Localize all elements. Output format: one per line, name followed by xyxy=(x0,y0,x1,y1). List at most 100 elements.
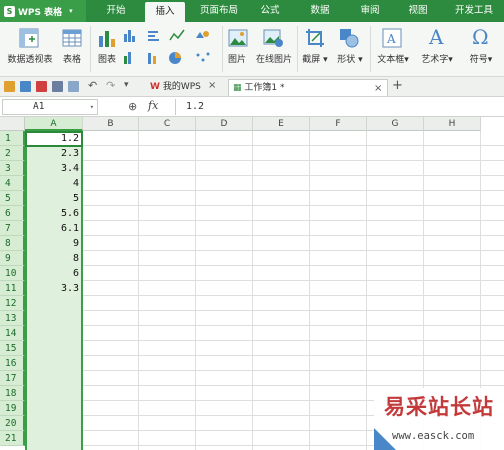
column-header-c[interactable]: C xyxy=(139,117,196,131)
wordart-button[interactable]: 艺术字▾ xyxy=(416,52,458,65)
chart-types-icon[interactable] xyxy=(122,28,222,68)
watermark-corner-mark xyxy=(374,428,396,450)
cell-a6[interactable]: 5.6 xyxy=(27,206,81,221)
row-header[interactable]: 21 xyxy=(0,431,25,446)
row-header[interactable]: 20 xyxy=(0,416,25,431)
app-menu-button[interactable]: S WPS 表格 ▾ xyxy=(0,0,86,22)
wps-logo-icon: S xyxy=(4,5,15,17)
cell-a5[interactable]: 5 xyxy=(27,191,81,206)
screenshot-label: 截屏 xyxy=(302,55,321,65)
row-header[interactable]: 8 xyxy=(0,236,25,251)
row-header[interactable]: 1 xyxy=(0,131,25,146)
symbol-button[interactable]: 符号▾ xyxy=(463,52,499,65)
quick-access-toolbar: ↶ ↷ ▾ W 我的WPS ▦ 工作簿1 * × × + xyxy=(0,77,504,97)
open-folder-icon[interactable] xyxy=(4,81,15,92)
tab-workbook[interactable]: ▦ 工作簿1 * × xyxy=(228,79,388,96)
tab-view[interactable]: 视图 xyxy=(400,0,436,22)
row-header[interactable]: 14 xyxy=(0,326,25,341)
online-picture-button[interactable]: 在线图片 xyxy=(253,52,295,65)
cell-a11[interactable]: 3.3 xyxy=(27,281,81,296)
row-header[interactable]: 4 xyxy=(0,176,25,191)
row-header[interactable]: 16 xyxy=(0,356,25,371)
textbox-icon[interactable]: A xyxy=(381,27,403,49)
row-header[interactable]: 3 xyxy=(0,161,25,176)
chevron-down-icon[interactable]: ▾ xyxy=(90,100,94,114)
save-icon[interactable] xyxy=(20,81,31,92)
row-header[interactable]: 9 xyxy=(0,251,25,266)
tab-page-layout[interactable]: 页面布局 xyxy=(192,0,246,22)
table-icon[interactable] xyxy=(61,27,83,49)
chart-icon[interactable] xyxy=(96,27,118,49)
pivot-table-button[interactable]: 数据透视表 xyxy=(4,52,56,65)
textbox-label: 文本框 xyxy=(377,55,405,65)
print-icon[interactable] xyxy=(52,81,63,92)
column-header-g[interactable]: G xyxy=(367,117,424,131)
cell-a8[interactable]: 9 xyxy=(27,236,81,251)
close-mywps-tab-icon[interactable]: × xyxy=(208,80,216,91)
print-preview-icon[interactable] xyxy=(68,81,79,92)
row-header[interactable]: 12 xyxy=(0,296,25,311)
column-header-d[interactable]: D xyxy=(196,117,253,131)
row-header[interactable]: 13 xyxy=(0,311,25,326)
cell-a10[interactable]: 6 xyxy=(27,266,81,281)
online-picture-icon[interactable] xyxy=(262,27,284,49)
row-header[interactable]: 19 xyxy=(0,401,25,416)
chart-button[interactable]: 图表 xyxy=(94,52,120,65)
svg-text:A: A xyxy=(386,32,396,46)
symbol-icon[interactable]: Ω xyxy=(470,25,492,49)
name-box-value: A1 xyxy=(33,101,45,112)
column-header-f[interactable]: F xyxy=(310,117,367,131)
chevron-down-icon: ▾ xyxy=(69,7,73,15)
picture-button[interactable]: 图片 xyxy=(224,52,250,65)
shapes-button[interactable]: 形状 ▾ xyxy=(333,52,367,65)
cell-a7[interactable]: 6.1 xyxy=(27,221,81,236)
table-button[interactable]: 表格 xyxy=(58,52,86,65)
shapes-icon[interactable] xyxy=(338,27,360,49)
customize-toolbar-icon[interactable]: ▾ xyxy=(124,80,129,90)
redo-icon[interactable]: ↷ xyxy=(106,79,115,92)
row-header[interactable]: 2 xyxy=(0,146,25,161)
select-all-corner[interactable] xyxy=(0,117,25,131)
screenshot-button[interactable]: 截屏 ▾ xyxy=(299,52,331,65)
zoom-icon[interactable]: ⊕ xyxy=(128,100,137,113)
screenshot-icon[interactable] xyxy=(304,27,326,49)
row-header[interactable]: 7 xyxy=(0,221,25,236)
tab-developer[interactable]: 开发工具 xyxy=(446,0,502,22)
tab-insert[interactable]: 插入 xyxy=(145,2,185,22)
name-box[interactable]: A1 ▾ xyxy=(2,99,98,115)
column-header-e[interactable]: E xyxy=(253,117,310,131)
column-header-a[interactable]: A xyxy=(25,117,83,131)
function-icon[interactable]: fx xyxy=(148,99,158,112)
menu-bar: S WPS 表格 ▾ 开始 插入 页面布局 公式 数据 审阅 视图 开发工具 xyxy=(0,0,504,22)
new-tab-icon[interactable]: + xyxy=(392,78,403,93)
row-header[interactable]: 5 xyxy=(0,191,25,206)
column-header-h[interactable]: H xyxy=(424,117,481,131)
cell-a2[interactable]: 2.3 xyxy=(27,146,81,161)
tab-data[interactable]: 数据 xyxy=(302,0,338,22)
cell-a1[interactable]: 1.2 xyxy=(27,131,81,146)
row-header[interactable]: 15 xyxy=(0,341,25,356)
picture-icon[interactable] xyxy=(227,27,249,49)
cell-a4[interactable]: 4 xyxy=(27,176,81,191)
row-header[interactable]: 10 xyxy=(0,266,25,281)
export-pdf-icon[interactable] xyxy=(36,81,47,92)
wordart-icon[interactable]: A xyxy=(426,25,448,49)
row-header[interactable]: 6 xyxy=(0,206,25,221)
tab-formulas[interactable]: 公式 xyxy=(252,0,288,22)
row-header[interactable]: 17 xyxy=(0,371,25,386)
row-header[interactable]: 18 xyxy=(0,386,25,401)
column-header-b[interactable]: B xyxy=(83,117,139,131)
close-tab-icon[interactable]: × xyxy=(374,80,382,97)
undo-icon[interactable]: ↶ xyxy=(88,79,97,92)
cell-a3[interactable]: 3.4 xyxy=(27,161,81,176)
ribbon-divider xyxy=(222,26,223,72)
tab-home[interactable]: 开始 xyxy=(96,0,136,22)
ribbon-divider xyxy=(90,26,91,72)
pivot-table-icon[interactable] xyxy=(18,27,40,49)
formula-input[interactable]: 1.2 xyxy=(175,99,500,115)
tab-my-wps-label: 我的WPS xyxy=(162,82,201,92)
row-header[interactable]: 11 xyxy=(0,281,25,296)
tab-review[interactable]: 审阅 xyxy=(352,0,388,22)
cell-a9[interactable]: 8 xyxy=(27,251,81,266)
textbox-button[interactable]: 文本框▾ xyxy=(374,52,412,65)
